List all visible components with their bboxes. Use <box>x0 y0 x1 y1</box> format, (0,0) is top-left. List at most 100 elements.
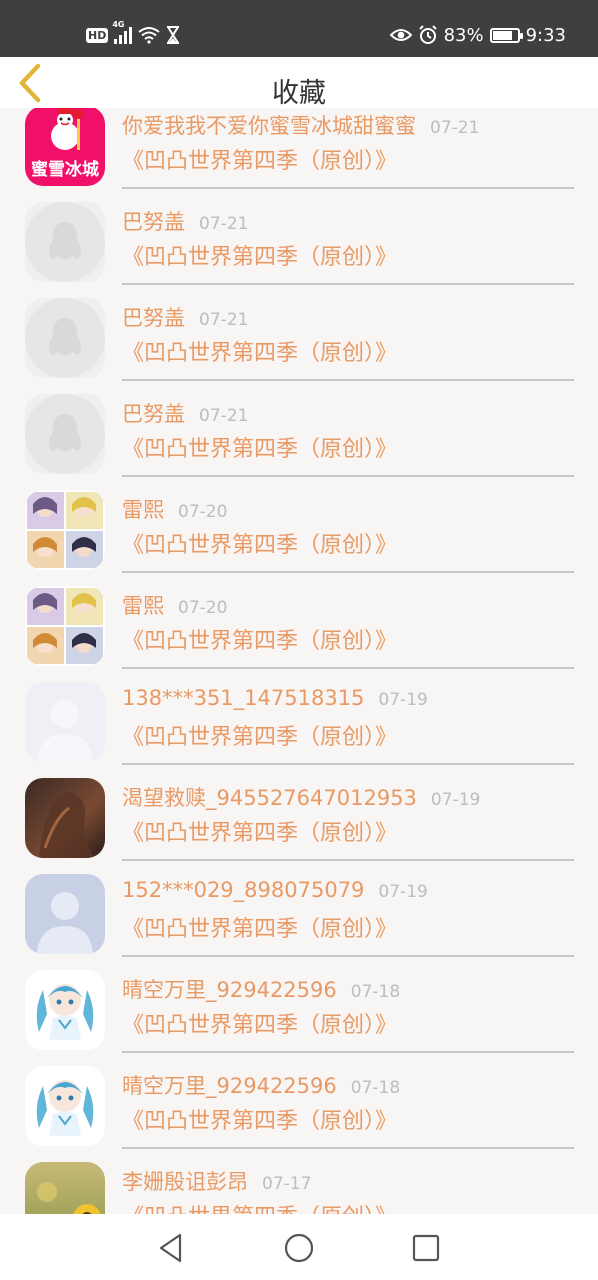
favorite-date: 07-21 <box>430 118 480 138</box>
status-left: HD 4G <box>86 20 180 48</box>
user-name[interactable]: 巴努盖 <box>122 210 185 234</box>
favorite-date: 07-19 <box>378 690 428 710</box>
divider <box>122 1147 574 1149</box>
avatar[interactable] <box>25 202 105 282</box>
avatar[interactable] <box>25 778 105 858</box>
status-bar: HD 4G 83% 9:33 <box>0 0 598 57</box>
favorite-item[interactable]: 巴努盖 07-21 《凹凸世界第四季（原创）》 <box>0 290 598 386</box>
avatar[interactable] <box>25 874 105 954</box>
user-name[interactable]: 巴努盖 <box>122 402 185 426</box>
user-name[interactable]: 渴望救赎_945527647012953 <box>122 786 417 810</box>
favorite-meta: 晴空万里_929422596 07-18 <box>122 974 400 1004</box>
work-title[interactable]: 《凹凸世界第四季（原创）》 <box>122 1199 397 1214</box>
favorite-item[interactable]: 雷熙 07-20 《凹凸世界第四季（原创）》 <box>0 482 598 578</box>
favorite-date: 07-20 <box>178 598 228 618</box>
favorite-meta: 152***029_898075079 07-19 <box>122 878 428 902</box>
work-title[interactable]: 《凹凸世界第四季（原创）》 <box>122 527 397 559</box>
favorite-meta: 巴努盖 07-21 <box>122 398 248 428</box>
favorite-meta: 晴空万里_929422596 07-18 <box>122 1070 400 1100</box>
battery-icon <box>489 27 523 43</box>
work-title[interactable]: 《凹凸世界第四季（原创）》 <box>122 1103 397 1135</box>
favorite-item[interactable]: 李姗殷诅彭昂 07-17 《凹凸世界第四季（原创）》 <box>0 1154 598 1214</box>
user-name[interactable]: 雷熙 <box>122 498 164 522</box>
user-name[interactable]: 巴努盖 <box>122 306 185 330</box>
signal-icon: 4G <box>112 20 133 44</box>
work-title[interactable]: 《凹凸世界第四季（原创）》 <box>122 815 397 847</box>
status-right: 83% 9:33 <box>389 22 566 48</box>
work-title[interactable]: 《凹凸世界第四季（原创）》 <box>122 431 397 463</box>
user-name[interactable]: 152***029_898075079 <box>122 878 364 902</box>
divider <box>122 379 574 381</box>
avatar[interactable] <box>25 586 105 666</box>
hourglass-icon <box>167 26 180 44</box>
avatar[interactable] <box>25 490 105 570</box>
favorite-item[interactable]: 152***029_898075079 07-19 《凹凸世界第四季（原创）》 <box>0 866 598 962</box>
wifi-icon <box>138 27 160 44</box>
favorite-date: 07-19 <box>430 790 481 810</box>
favorite-item[interactable]: 雷熙 07-20 《凹凸世界第四季（原创）》 <box>0 578 598 674</box>
favorite-meta: 你爱我我不爱你蜜雪冰城甜蜜蜜 07-21 <box>122 110 479 140</box>
favorite-date: 07-21 <box>199 310 249 330</box>
user-name[interactable]: 晴空万里_929422596 <box>122 1074 337 1098</box>
work-title[interactable]: 《凹凸世界第四季（原创）》 <box>122 623 397 655</box>
user-name[interactable]: 李姗殷诅彭昂 <box>122 1170 248 1194</box>
divider <box>122 571 574 573</box>
favorite-item[interactable]: 渴望救赎_945527647012953 07-19 《凹凸世界第四季（原创）》 <box>0 770 598 866</box>
recents-square-icon[interactable] <box>410 1232 442 1264</box>
favorite-date: 07-21 <box>199 406 249 426</box>
user-name[interactable]: 雷熙 <box>122 594 164 618</box>
work-title[interactable]: 《凹凸世界第四季（原创）》 <box>122 335 397 367</box>
avatar[interactable] <box>25 394 105 474</box>
divider <box>122 859 574 861</box>
favorite-item[interactable]: 巴努盖 07-21 《凹凸世界第四季（原创）》 <box>0 194 598 290</box>
divider <box>122 763 574 765</box>
work-title[interactable]: 《凹凸世界第四季（原创）》 <box>122 143 397 175</box>
favorite-meta: 李姗殷诅彭昂 07-17 <box>122 1166 311 1196</box>
battery-percent: 83% <box>443 24 484 46</box>
divider <box>122 187 574 189</box>
avatar-logo-text: 蜜雪冰城 <box>31 160 99 180</box>
divider <box>122 667 574 669</box>
favorite-item[interactable]: 晴空万里_929422596 07-18 《凹凸世界第四季（原创）》 <box>0 1058 598 1154</box>
alarm-icon <box>418 25 437 44</box>
avatar[interactable] <box>25 970 105 1050</box>
favorite-item[interactable]: 138***351_147518315 07-19 《凹凸世界第四季（原创）》 <box>0 674 598 770</box>
avatar[interactable] <box>25 298 105 378</box>
avatar[interactable] <box>25 1066 105 1146</box>
favorite-item[interactable]: 晴空万里_929422596 07-18 《凹凸世界第四季（原创）》 <box>0 962 598 1058</box>
favorite-date: 07-18 <box>350 982 401 1002</box>
favorite-item[interactable]: 蜜雪冰城 你爱我我不爱你蜜雪冰城甜蜜蜜 07-21 《凹凸世界第四季（原创）》 <box>0 108 598 194</box>
divider <box>122 1051 574 1053</box>
app-header: 收藏 <box>0 57 598 109</box>
favorite-date: 07-21 <box>199 214 249 234</box>
favorite-item[interactable]: 巴努盖 07-21 《凹凸世界第四季（原创）》 <box>0 386 598 482</box>
avatar[interactable] <box>25 682 105 762</box>
home-circle-icon[interactable] <box>283 1232 315 1264</box>
work-title[interactable]: 《凹凸世界第四季（原创）》 <box>122 239 397 271</box>
user-name[interactable]: 138***351_147518315 <box>122 686 364 710</box>
page-title: 收藏 <box>272 78 326 109</box>
user-name[interactable]: 你爱我我不爱你蜜雪冰城甜蜜蜜 <box>122 114 416 138</box>
work-title[interactable]: 《凹凸世界第四季（原创）》 <box>122 911 397 943</box>
eye-icon <box>389 29 412 41</box>
work-title[interactable]: 《凹凸世界第四季（原创）》 <box>122 719 397 751</box>
work-title[interactable]: 《凹凸世界第四季（原创）》 <box>122 1007 397 1039</box>
avatar[interactable] <box>25 1162 105 1214</box>
divider <box>122 283 574 285</box>
favorite-meta: 渴望救赎_945527647012953 07-19 <box>122 782 480 812</box>
clock-time: 9:33 <box>525 24 566 46</box>
favorites-list: 蜜雪冰城 你爱我我不爱你蜜雪冰城甜蜜蜜 07-21 《凹凸世界第四季（原创）》 巴努盖… <box>0 108 598 1214</box>
favorite-meta: 巴努盖 07-21 <box>122 302 248 332</box>
favorite-meta: 雷熙 07-20 <box>122 494 227 524</box>
favorite-meta: 雷熙 07-20 <box>122 590 227 620</box>
favorite-meta: 巴努盖 07-21 <box>122 206 248 236</box>
network-type-label: 4G <box>112 20 125 29</box>
favorite-meta: 138***351_147518315 07-19 <box>122 686 428 710</box>
favorite-date: 07-20 <box>178 502 228 522</box>
back-triangle-icon[interactable] <box>156 1232 188 1264</box>
favorite-date: 07-17 <box>262 1174 312 1194</box>
system-nav-bar <box>0 1214 598 1280</box>
avatar[interactable]: 蜜雪冰城 <box>25 108 105 186</box>
divider <box>122 475 574 477</box>
user-name[interactable]: 晴空万里_929422596 <box>122 978 337 1002</box>
